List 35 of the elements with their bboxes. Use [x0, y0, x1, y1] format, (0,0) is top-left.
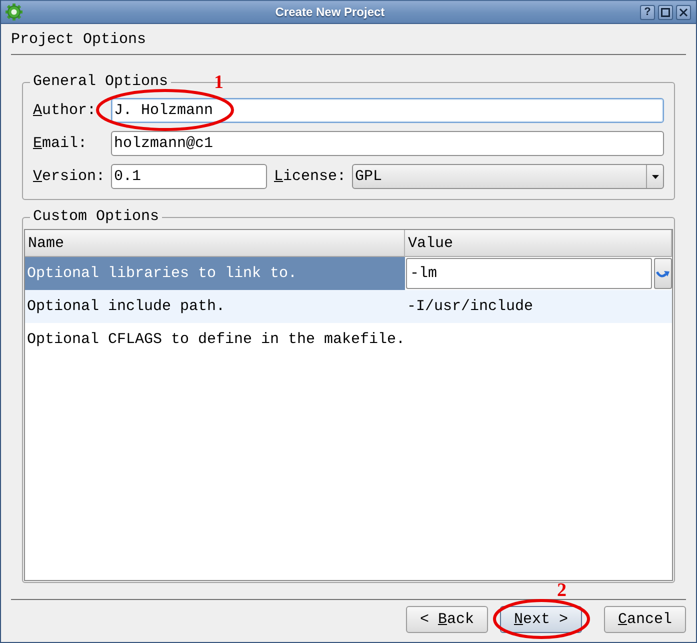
column-header[interactable]: Name [25, 230, 405, 257]
table-cell: Optional libraries to link to. [25, 257, 405, 290]
dialog-button[interactable]: Next > [500, 606, 582, 633]
field-label: Email: [33, 135, 88, 152]
table-row[interactable]: Optional libraries to link to. -lm [25, 257, 672, 290]
table-row[interactable]: Optional include path. -I/usr/include [25, 290, 672, 323]
field-label: Author: [33, 102, 96, 119]
dialog-button[interactable]: Cancel [604, 606, 686, 633]
table-cell-text: Optional include path. [26, 297, 226, 317]
curved-arrow-icon [656, 268, 670, 278]
close-button[interactable] [676, 4, 691, 20]
window-title: Create New Project [274, 5, 386, 19]
maximize-button[interactable] [658, 4, 673, 20]
help-button[interactable]: ? [640, 4, 655, 20]
page-heading: Project Options [11, 32, 146, 48]
input-field[interactable]: 0.1 [111, 164, 267, 189]
value-input[interactable]: -lm [406, 258, 652, 289]
table-cell-text: -I/usr/include [406, 297, 534, 317]
table-cell-text: Optional CFLAGS to define in the makefile. [26, 330, 405, 350]
gear-icon [5, 3, 23, 21]
dialog-button[interactable]: < Back [406, 606, 488, 633]
input-field[interactable]: holzmann@c1 [111, 131, 664, 156]
close-icon [679, 8, 688, 16]
maximize-icon [661, 8, 670, 16]
group-title: Custom Options [32, 209, 160, 225]
column-header[interactable]: Value [405, 230, 672, 257]
annotation-number: 2 [557, 582, 566, 599]
input-field[interactable]: J. Holzmann [111, 98, 664, 123]
annotation-number: 1 [214, 74, 224, 91]
field-label: Version: [33, 168, 106, 185]
group-title: General Options [32, 74, 170, 90]
caret-icon [652, 174, 658, 178]
edit-button[interactable] [654, 258, 672, 289]
license-dropdown[interactable]: GPL [352, 164, 664, 189]
field-label: License: [274, 168, 346, 185]
